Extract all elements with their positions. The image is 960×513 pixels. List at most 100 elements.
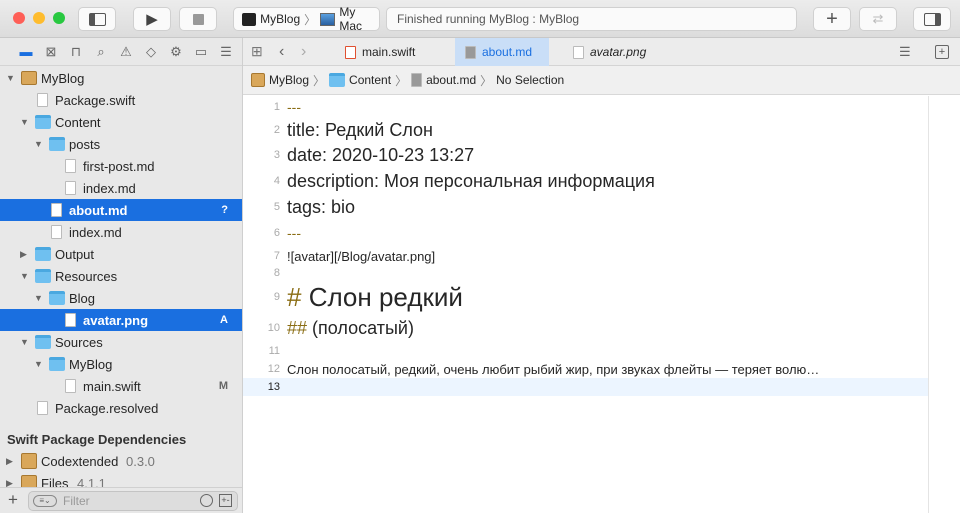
jump-bar-project[interactable]: MyBlog [269,73,309,87]
adjust-editor-icon[interactable]: ☰ [899,44,911,60]
disclosure-open-icon[interactable]: ▼ [20,117,30,127]
file-icon [65,159,76,173]
tree-item[interactable]: about.md? [0,199,242,221]
filter-input[interactable]: ≡⌄ Filter +- [28,491,238,511]
toggle-navigator-button[interactable] [78,7,116,31]
tree-item[interactable]: Package.swift [0,89,242,111]
source-editor[interactable]: 1 --- 2 title: Редкий Слон 3 date: 2020-10-23… [243,96,928,513]
tree-item[interactable]: index.md [0,221,242,243]
library-button[interactable]: + [813,7,851,31]
tree-item[interactable]: main.swift M [0,375,242,397]
code-line[interactable]: 2 title: Редкий Слон [243,118,928,142]
chevron-right-icon: 〉 [304,12,317,27]
grid-icon[interactable]: ⊞ [251,43,263,60]
destination-name: My Mac [339,5,363,33]
tree-item[interactable]: ▼ MyBlog [0,67,242,89]
tree-item-label: main.swift [83,378,141,394]
mac-icon [320,12,336,26]
arrows-icon: ⇄ [872,11,884,26]
add-editor-icon[interactable]: + [935,44,949,59]
disclosure-open-icon[interactable]: ▼ [20,337,30,347]
tree-item[interactable]: index.md [0,177,242,199]
tab-main-swift[interactable]: main.swift [335,38,455,66]
package-icon [21,71,37,85]
dependency-item[interactable]: ▶ Codextended 0.3.0 [0,450,242,472]
debug-icon[interactable]: ⚙ [168,44,184,60]
disclosure-open-icon[interactable]: ▼ [20,271,30,281]
image-file-icon [573,45,584,59]
code-line[interactable]: 1 --- [243,96,928,118]
run-button[interactable]: ▶ [133,7,171,31]
tree-item[interactable]: ▼ posts [0,133,242,155]
tab-avatar-png[interactable]: avatar.png [563,38,683,66]
tree-item-label: Package.resolved [55,400,159,416]
add-icon[interactable]: + [8,490,18,510]
dependencies-header: Swift Package Dependencies [7,432,187,447]
dependency-version: 0.3.0 [126,453,155,469]
back-icon[interactable]: ‹ [279,43,284,61]
jump-bar-folder[interactable]: Content [349,73,391,87]
folder-icon[interactable]: ▬ [18,44,34,59]
chevron-right-icon: 〉 [395,73,408,88]
line-number: 11 [268,345,280,357]
minimize-window-button[interactable] [33,12,45,24]
search-icon[interactable]: ⌕ [93,44,109,60]
breakpoint-icon[interactable]: ▭ [193,44,209,60]
folder-icon [35,335,51,349]
tree-item-label: Blog [69,290,96,306]
chevron-right-icon: 〉 [313,73,326,88]
line-number: 9 [273,291,280,303]
hierarchy-icon[interactable]: ⊓ [68,44,84,60]
test-icon[interactable]: ◇ [143,44,159,60]
disclosure-closed-icon[interactable]: ▶ [6,456,16,467]
recent-files-icon[interactable] [200,494,213,507]
forward-icon[interactable]: › [301,43,306,61]
disclosure-open-icon[interactable]: ▼ [34,293,44,303]
disclosure-open-icon[interactable]: ▼ [34,359,44,369]
code-line[interactable]: 11 [243,342,928,360]
code-line[interactable]: 12 Слон полосатый, редкий, очень любит ры… [243,360,928,378]
toggle-inspector-button[interactable] [913,7,951,31]
code-review-button[interactable]: ⇄ [859,7,897,31]
close-window-button[interactable] [13,12,25,24]
tree-item[interactable]: Package.resolved [0,397,242,419]
tree-item[interactable]: ▶ Output [0,243,242,265]
code-line[interactable]: 4 description: Моя персональная информаци… [243,168,928,194]
code-line[interactable]: 13 [243,378,928,396]
scheme-selector[interactable]: MyBlog 〉 My Mac [233,5,380,33]
line-text: Слон полосатый, редкий, очень любит рыби… [287,361,820,377]
disclosure-closed-icon[interactable]: ▶ [20,249,30,260]
changed-files-icon[interactable]: +- [219,494,232,507]
code-line[interactable]: 3 date: 2020-10-23 13:27 [243,142,928,168]
line-content: # Слон редкий [287,282,463,313]
report-icon[interactable]: ☰ [218,44,234,60]
tree-item[interactable]: ▼ Blog [0,287,242,309]
tree-item[interactable]: ▼ Resources [0,265,242,287]
stop-button[interactable] [179,7,217,31]
warning-icon[interactable]: ⚠ [118,44,134,60]
scm-status-badge: ? [221,204,228,216]
disclosure-open-icon[interactable]: ▼ [34,139,44,149]
tab-about-md[interactable]: about.md [455,38,549,66]
jump-bar-selection[interactable]: No Selection [496,73,564,87]
code-line[interactable]: 9 # Слон редкий [243,280,928,314]
code-line[interactable]: 5 tags: bio [243,194,928,220]
source-control-icon[interactable]: ⊠ [43,44,59,60]
tree-item[interactable]: first-post.md [0,155,242,177]
tree-item-label: index.md [69,224,122,240]
code-line[interactable]: 10 ## (полосатый) [243,314,928,342]
tree-item-label: MyBlog [41,70,85,86]
zoom-window-button[interactable] [53,12,65,24]
filter-options-icon[interactable]: ≡⌄ [33,495,57,507]
tree-item[interactable]: avatar.png A [0,309,242,331]
file-icon [65,313,76,327]
code-line[interactable]: 6 --- [243,220,928,246]
disclosure-open-icon[interactable]: ▼ [6,73,16,83]
code-line[interactable]: 7 ![avatar][/Blog/avatar.png] [243,246,928,266]
tree-item[interactable]: ▼ MyBlog [0,353,242,375]
tree-item[interactable]: ▼ Content [0,111,242,133]
code-line[interactable]: 8 [243,266,928,280]
jump-bar-file[interactable]: about.md [426,73,476,87]
line-number: 4 [273,175,280,187]
tree-item[interactable]: ▼ Sources [0,331,242,353]
